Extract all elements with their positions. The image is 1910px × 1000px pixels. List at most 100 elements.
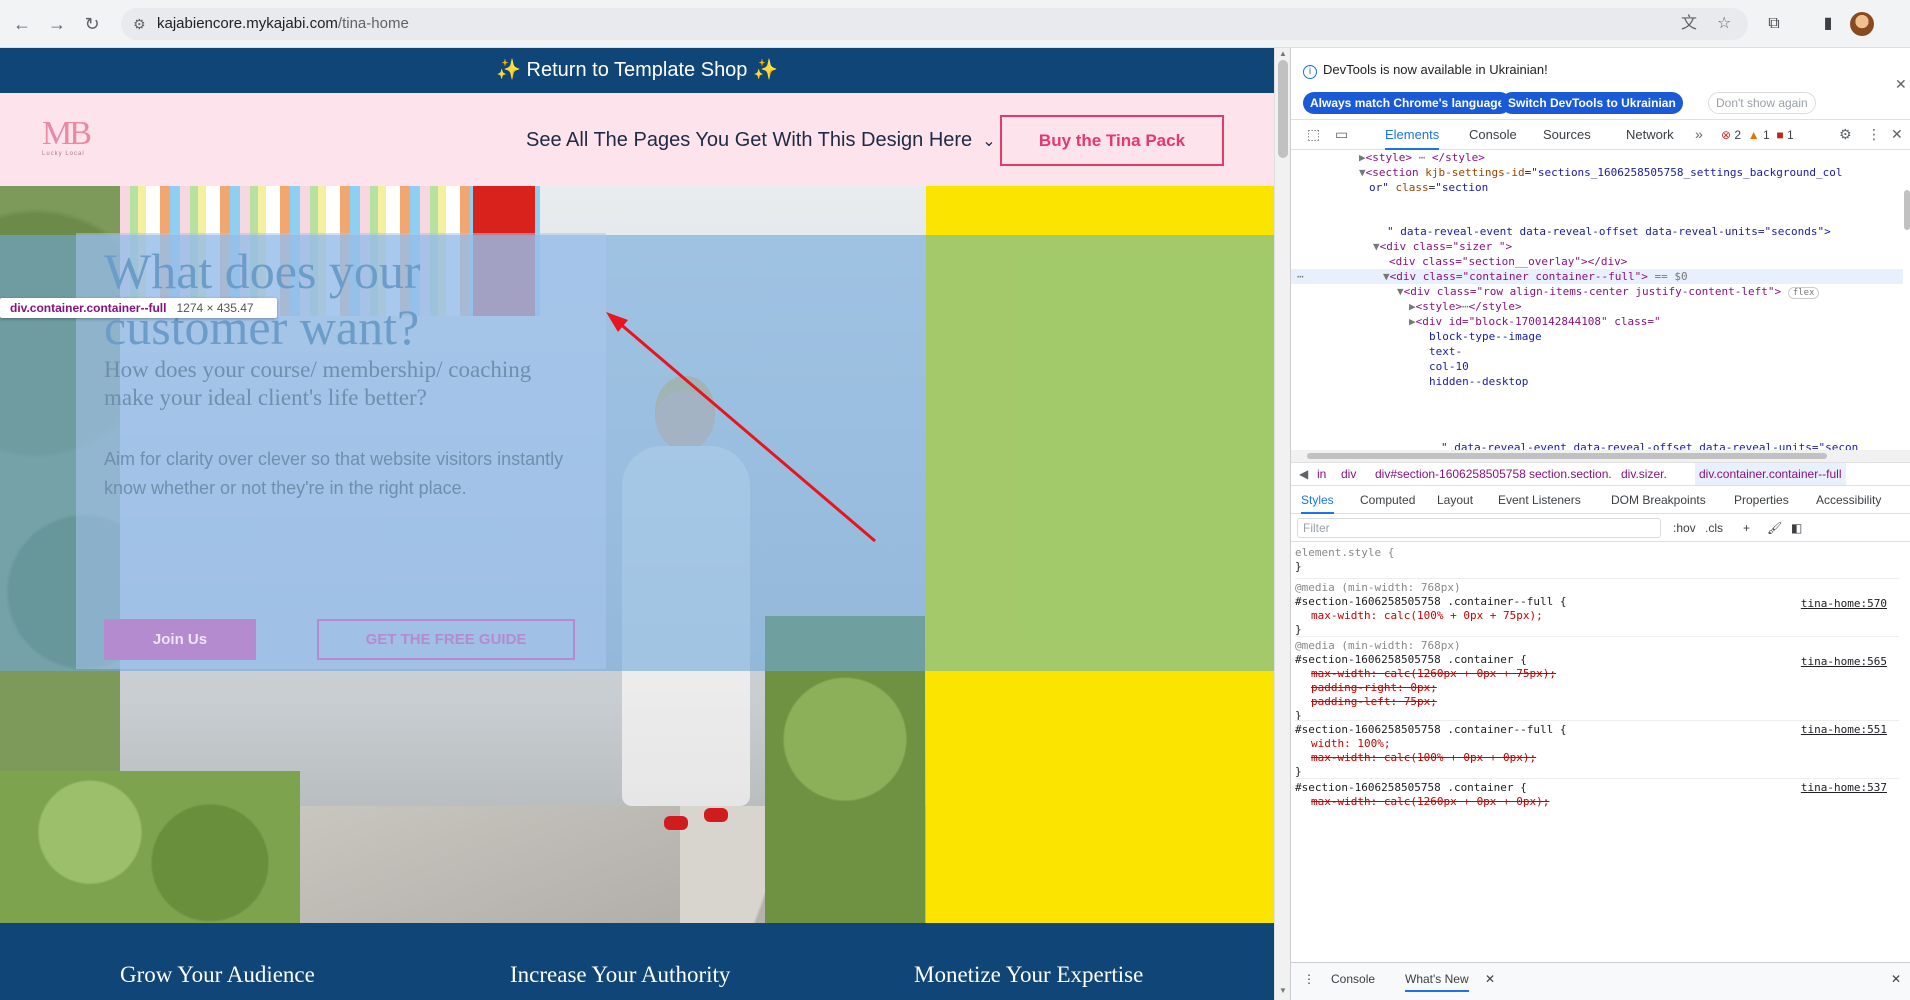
inspect-element-icon[interactable]: ⬚: [1307, 126, 1320, 143]
dom-vertical-scrollbar[interactable]: [1903, 150, 1910, 450]
infobar-message: i DevTools is now available in Ukrainian!: [1303, 62, 1548, 79]
dom-class-line-4: hidden--desktop: [1429, 375, 1529, 388]
dom-tree: ▶<style> ⋯ </style> ▼<section kjb-settin…: [1291, 150, 1910, 450]
dom-node-block[interactable]: ▶<div id="block-1700142844108" class=": [1409, 314, 1661, 329]
close-whats-new-icon[interactable]: ✕: [1485, 972, 1495, 986]
subtab-accessibility[interactable]: Accessibility: [1816, 486, 1881, 514]
site-info-icon[interactable]: ⚙: [133, 14, 146, 34]
dom-block-attrs: " data-reveal-event data-reveal-offset d…: [1441, 441, 1859, 450]
css-rule-3[interactable]: #section-1606258505758 .container--full …: [1295, 720, 1899, 779]
bookmark-star-icon[interactable]: ☆: [1717, 14, 1731, 34]
css-rule-1[interactable]: @media (min-width: 768px) #section-16062…: [1295, 578, 1899, 637]
crumb-2[interactable]: div: [1341, 463, 1356, 485]
styles-subtabs: Styles Computed Layout Event Listeners D…: [1291, 486, 1910, 514]
dom-node-sizer[interactable]: ▼<div class="sizer ">: [1373, 239, 1512, 254]
add-rule-icon[interactable]: +: [1743, 518, 1750, 538]
issue-counters[interactable]: ⊗ 2 ▲ 1 ■ 1: [1721, 128, 1794, 142]
css-rule-2[interactable]: @media (min-width: 768px) #section-16062…: [1295, 636, 1899, 723]
subtab-properties[interactable]: Properties: [1734, 486, 1789, 514]
source-link-1[interactable]: tina-home:570: [1801, 597, 1887, 611]
close-devtools-icon[interactable]: ✕: [1891, 126, 1903, 143]
source-link-2[interactable]: tina-home:565: [1801, 655, 1887, 669]
site-logo[interactable]: MB Lucky Local: [42, 117, 92, 158]
styles-pane: element.style {} @media (min-width: 768p…: [1291, 542, 1910, 962]
url-text[interactable]: kajabiencore.mykajabi.com/tina-home: [157, 15, 409, 33]
feature-heading-3: Monetize Your Expertise: [914, 962, 1144, 987]
settings-gear-icon[interactable]: ⚙: [1839, 126, 1852, 143]
tab-sources[interactable]: Sources: [1543, 120, 1591, 150]
switch-ukrainian-button[interactable]: Switch DevTools to Ukrainian: [1501, 92, 1683, 114]
profile-avatar[interactable]: [1850, 12, 1874, 36]
crumb-scroll-left-icon[interactable]: ◀: [1299, 463, 1308, 485]
drawer-tab-whats-new[interactable]: What's New: [1405, 972, 1469, 992]
info-icon: i: [1303, 65, 1317, 79]
bush-left: [0, 771, 300, 924]
toggle-sidebar-icon[interactable]: ◧: [1791, 518, 1802, 538]
features-band: Grow Your Audience Increase Your Authori…: [0, 923, 1274, 1000]
subtab-styles[interactable]: Styles: [1301, 486, 1334, 514]
source-link-4[interactable]: tina-home:537: [1801, 781, 1887, 795]
template-shop-banner[interactable]: ✨ Return to Template Shop ✨: [0, 48, 1274, 93]
dom-horizontal-scrollbar[interactable]: [1291, 450, 1910, 462]
dom-class-line-2: text-: [1429, 345, 1463, 358]
crumb-4[interactable]: section.section.: [1529, 463, 1612, 485]
cls-toggle[interactable]: .cls: [1705, 518, 1723, 538]
subtab-event-listeners[interactable]: Event Listeners: [1498, 486, 1581, 514]
devtools-drawer: ⋮ Console What's New ✕ ✕: [1291, 962, 1910, 1000]
match-language-button[interactable]: Always match Chrome's language: [1303, 92, 1512, 114]
free-guide-button[interactable]: GET THE FREE GUIDE: [317, 619, 575, 660]
more-tabs-icon[interactable]: »: [1695, 126, 1703, 142]
element-inspect-tooltip: div.container.container--full 1274 × 435.…: [0, 298, 277, 318]
tab-console[interactable]: Console: [1469, 120, 1517, 150]
drawer-tab-console[interactable]: Console: [1331, 972, 1375, 986]
more-options-icon[interactable]: ⋮: [1867, 126, 1881, 143]
paint-brush-icon[interactable]: 🖌: [1767, 518, 1782, 538]
tab-elements[interactable]: Elements: [1385, 120, 1440, 150]
crumb-5[interactable]: div.sizer.: [1621, 463, 1667, 485]
crumb-3[interactable]: div#section-1606258505758: [1375, 463, 1526, 485]
back-icon[interactable]: ←: [10, 12, 34, 36]
css-rule-4[interactable]: #section-1606258505758 .container { max-…: [1295, 778, 1899, 809]
dom-node-section[interactable]: ▼<section kjb-settings-id="sections_1606…: [1359, 165, 1842, 180]
element-style-rule[interactable]: element.style {}: [1295, 546, 1899, 574]
dom-node-style[interactable]: ▶<style> ⋯ </style>: [1359, 150, 1485, 165]
subtab-layout[interactable]: Layout: [1437, 486, 1473, 514]
dont-show-again-button[interactable]: Don't show again: [1708, 92, 1816, 114]
dom-class-line-3: col-10: [1429, 360, 1469, 373]
crumb-current[interactable]: div.container.container--full: [1695, 463, 1846, 485]
styles-filter-row: Filter :hov .cls + 🖌 ◧: [1291, 514, 1910, 542]
source-link-3[interactable]: tina-home:551: [1801, 723, 1887, 737]
hero-subtitle: How does your course/ membership/ coachi…: [104, 357, 532, 410]
chevron-down-icon: ⌄: [982, 133, 996, 150]
dom-node-container-selected[interactable]: ⋯ ▼<div class="container container--full"…: [1291, 269, 1903, 284]
site-header: MB Lucky Local See All The Pages You Get…: [0, 93, 1274, 186]
drawer-menu-icon[interactable]: ⋮: [1303, 972, 1315, 986]
subtab-computed[interactable]: Computed: [1360, 486, 1415, 514]
reload-icon[interactable]: ↻: [80, 12, 104, 36]
dom-node-overlay[interactable]: <div class="section__overlay"></div>: [1389, 254, 1627, 269]
browser-toolbar: ← → ↻ ⚙ kajabiencore.mykajabi.com/tina-h…: [0, 0, 1910, 48]
address-bar[interactable]: ⚙ kajabiencore.mykajabi.com/tina-home 文 …: [121, 8, 1748, 40]
forward-icon[interactable]: →: [45, 12, 69, 36]
dom-node-row-style[interactable]: ▶<style>⋯</style>: [1409, 299, 1522, 314]
hov-toggle[interactable]: :hov: [1673, 518, 1696, 538]
device-toolbar-icon[interactable]: ▭: [1335, 126, 1348, 143]
side-panel-icon[interactable]: ▮: [1816, 12, 1840, 36]
language-infobar: i DevTools is now available in Ukrainian!…: [1291, 48, 1910, 120]
pages-dropdown-link[interactable]: See All The Pages You Get With This Desi…: [526, 127, 996, 155]
buy-tina-pack-button[interactable]: Buy the Tina Pack: [1000, 115, 1224, 166]
tab-network[interactable]: Network: [1626, 120, 1674, 150]
subtab-dom-breakpoints[interactable]: DOM Breakpoints: [1611, 486, 1706, 514]
translate-icon[interactable]: 文: [1681, 14, 1697, 34]
close-infobar-icon[interactable]: ✕: [1895, 76, 1907, 93]
close-drawer-icon[interactable]: ✕: [1891, 972, 1901, 986]
devtools-tabs: ⬚ ▭ Elements Console Sources Network » ⊗…: [1291, 120, 1910, 150]
crumb-1[interactable]: in: [1317, 463, 1326, 485]
page-scrollbar[interactable]: ▲ ▼: [1274, 48, 1290, 1000]
breadcrumb: ◀ in div div#section-1606258505758 secti…: [1291, 462, 1910, 486]
styles-filter-input[interactable]: Filter: [1297, 518, 1661, 538]
extensions-icon[interactable]: ⧉: [1762, 12, 1786, 36]
join-us-button[interactable]: Join Us: [104, 619, 256, 660]
devtools-panel: i DevTools is now available in Ukrainian!…: [1290, 48, 1910, 1000]
devtools-highlight-margin: [926, 235, 1274, 671]
